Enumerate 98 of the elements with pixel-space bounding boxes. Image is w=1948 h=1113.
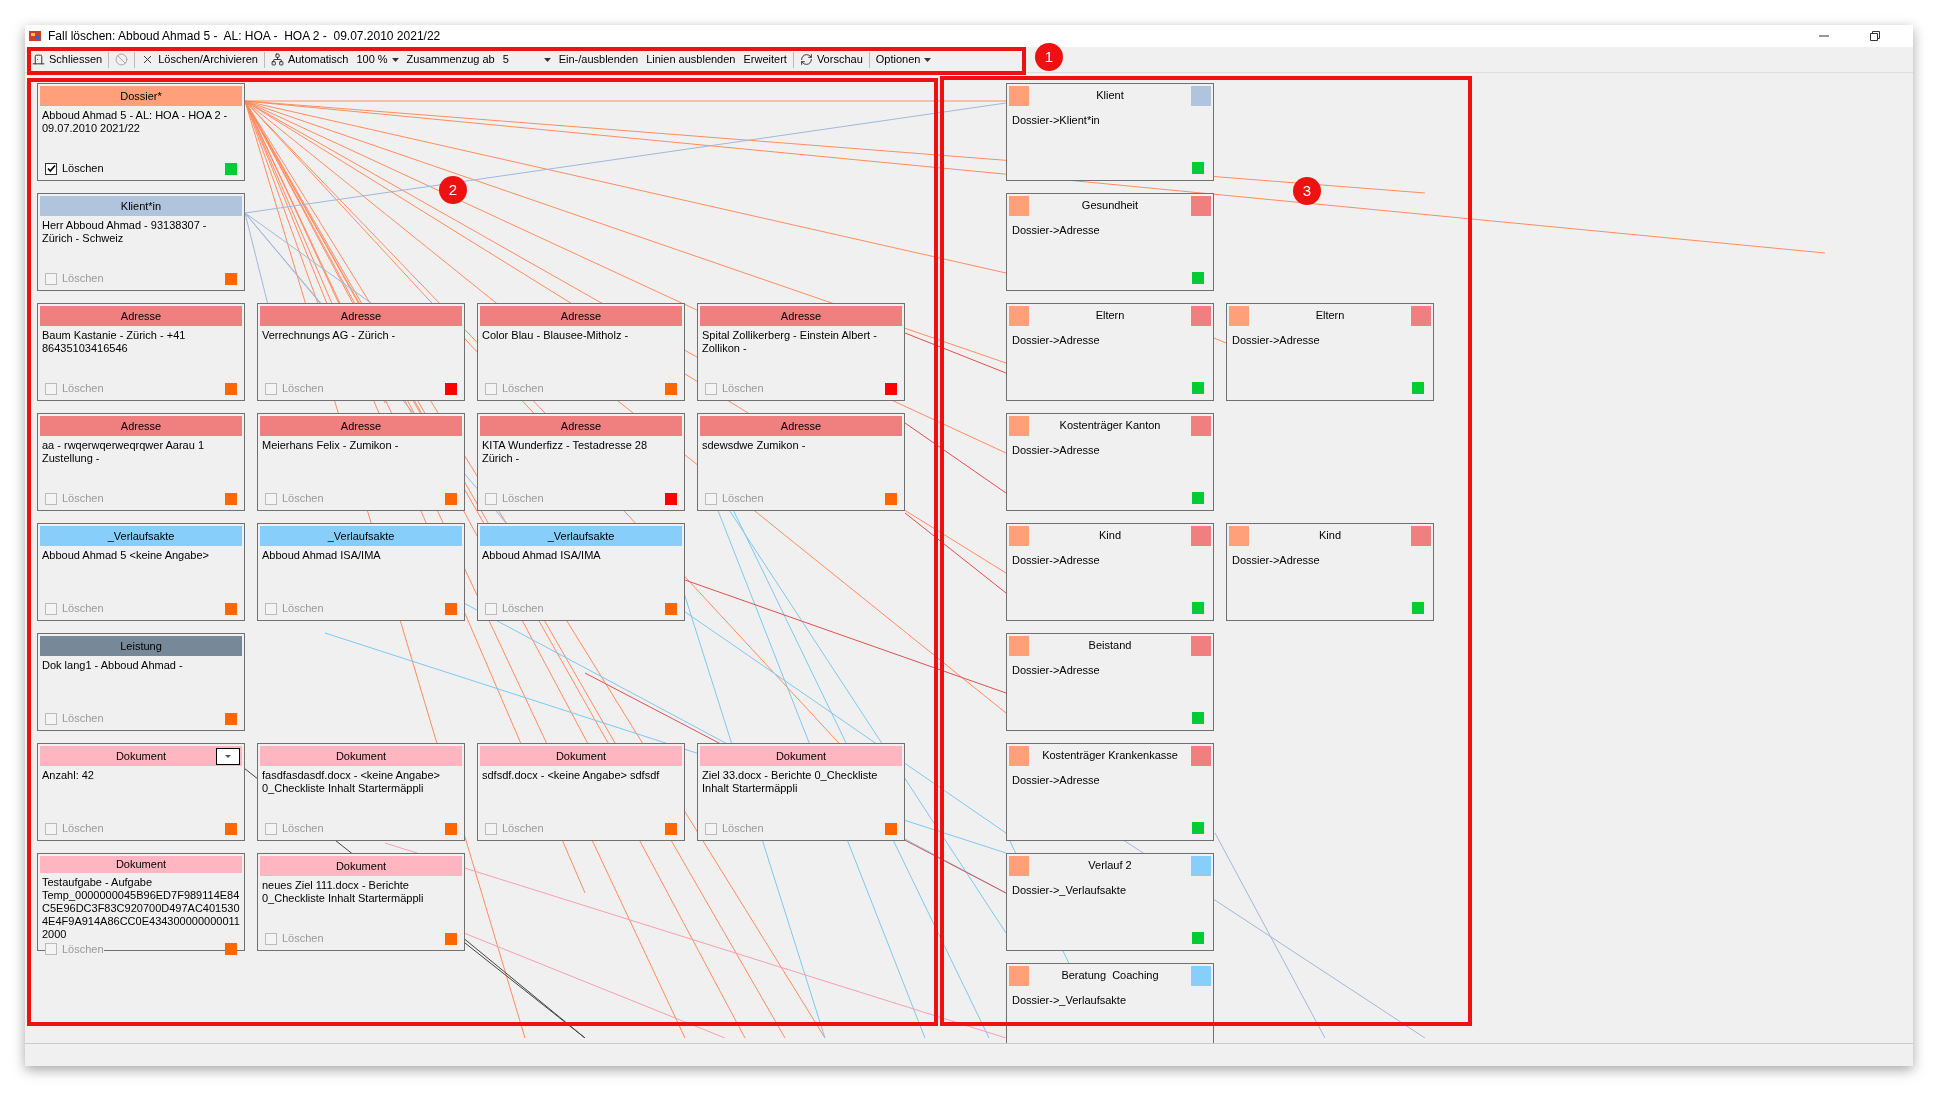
node-text: Testaufgabe - Aufgabe Temp_0000000045B96ED7F989114E84C5E96DC3F83C920700D497AC4015304E4F9A914A86CC0E4343000000000112000 xyxy=(41,874,241,941)
relation-text: Dossier->Adresse xyxy=(1011,443,1101,458)
relation-text: Dossier->Klient*in xyxy=(1011,113,1101,128)
relation-title: Beratung Coaching xyxy=(1061,968,1159,983)
node-header: Dokument xyxy=(700,746,902,766)
node-text: neues Ziel 111.docx - Berichte 0_Checkliste Inhalt Startermäppli xyxy=(261,878,425,906)
relation-card[interactable]: Eltern Dossier->Adresse xyxy=(1226,303,1434,401)
relation-text: Dossier->Adresse xyxy=(1231,333,1321,348)
relation-title: Kind xyxy=(1099,528,1121,543)
toolbar-button[interactable]: Vorschau xyxy=(795,48,867,71)
relation-text: Dossier->Adresse xyxy=(1011,333,1101,348)
relation-card[interactable]: Eltern Dossier->Adresse xyxy=(1006,303,1214,401)
relation-title: Eltern xyxy=(1315,308,1345,323)
relation-card[interactable]: Gesundheit Dossier->Adresse xyxy=(1006,193,1214,291)
relation-card[interactable]: Verlauf 2 Dossier->_Verlaufsakte xyxy=(1006,853,1214,951)
relation-title: Verlauf 2 xyxy=(1088,858,1132,873)
relation-title: Beistand xyxy=(1088,638,1132,653)
node-text: Abboud Ahmad ISA/IMA xyxy=(261,548,382,563)
toolbar-button[interactable]: Löschen/Archivieren xyxy=(137,48,262,71)
node-header: Adresse xyxy=(480,416,682,436)
caret-icon xyxy=(543,57,551,62)
node-header: Adresse xyxy=(480,306,682,326)
toolbar-button[interactable]: Erweitert xyxy=(739,48,791,71)
node-header: Dokument xyxy=(480,746,682,766)
caret-icon xyxy=(924,57,932,62)
toolbar-label: Zusammenzug ab xyxy=(405,52,496,68)
node-header: Adresse xyxy=(40,416,242,436)
node-header: Dokument xyxy=(40,856,242,873)
node-text: Herr Abboud Ahmad - 93138307 - Zürich - Schweiz xyxy=(41,218,208,246)
node-text: Abboud Ahmad ISA/IMA xyxy=(481,548,602,563)
window-title: Fall löschen: Abboud Ahmad 5 - AL: HOA - HOA 2 - 09.07.2010 2021/22 xyxy=(48,28,441,45)
node-text: sdfsdf.docx - <keine Angabe> sdfsdf xyxy=(481,768,661,783)
relation-text: Dossier->Adresse xyxy=(1231,553,1321,568)
node-text: Anzahl: 42 xyxy=(41,768,95,783)
prohibited-icon xyxy=(115,53,129,66)
dropdown-button[interactable]: Optionen xyxy=(871,48,936,71)
node-header: Klient*in xyxy=(40,196,242,216)
node-header: _Verlaufsakte xyxy=(480,526,682,546)
node-text: fasdfasdasdf.docx - <keine Angabe> 0_Checkliste Inhalt Startermäppli xyxy=(261,768,441,796)
toolbar-button[interactable]: Schliessen xyxy=(28,48,107,71)
node-text: KITA Wunderfizz - Testadresse 28 Zürich - xyxy=(481,438,649,466)
app-icon xyxy=(28,29,42,43)
node-header: Dokument xyxy=(260,746,462,766)
relation-card[interactable]: Klient Dossier->Klient*in xyxy=(1006,83,1214,181)
caret-icon xyxy=(391,57,399,62)
combo-box[interactable]: 5 xyxy=(498,49,555,70)
node-header: _Verlaufsakte xyxy=(40,526,242,546)
node-header: Adresse xyxy=(260,306,462,326)
relation-title: Klient xyxy=(1096,88,1124,103)
node-text: Abboud Ahmad 5 <keine Angabe> xyxy=(41,548,210,563)
node-header: Leistung xyxy=(40,636,242,656)
node-text: Color Blau - Blausee-Mitholz - xyxy=(481,328,630,343)
checkmark-icon xyxy=(46,164,56,173)
node-text: Ziel 33.docx - Berichte 0_Checkliste Inhalt Startermäppli xyxy=(701,768,879,796)
relation-card[interactable]: Beistand Dossier->Adresse xyxy=(1006,633,1214,731)
dropdown-button[interactable]: 100 % xyxy=(352,48,403,71)
node-text: Dok lang1 - Abboud Ahmad - xyxy=(41,658,184,673)
node-header: _Verlaufsakte xyxy=(260,526,462,546)
node-text: aa - rwqerwqerweqrqwer Aarau 1 Zustellung - xyxy=(41,438,206,466)
relation-card[interactable]: Kind Dossier->Adresse xyxy=(1006,523,1214,621)
relation-text: Dossier->_Verlaufsakte xyxy=(1011,883,1128,898)
node-text: Verrechnungs AG - Zürich - xyxy=(261,328,397,343)
node-header: Adresse xyxy=(40,306,242,326)
relation-text: Dossier->Adresse xyxy=(1011,553,1101,568)
door-icon xyxy=(32,53,45,66)
node-header: Adresse xyxy=(700,416,902,436)
caret-icon xyxy=(225,755,231,758)
restore-icon[interactable] xyxy=(1870,31,1880,41)
node-header: Dokument xyxy=(260,856,462,876)
toolbar-button[interactable]: Automatisch xyxy=(266,48,353,71)
relation-title: Gesundheit xyxy=(1081,198,1139,213)
hierarchy-icon xyxy=(270,53,284,66)
node-text: Meierhans Felix - Zumikon - xyxy=(261,438,400,453)
relation-title: Kostenträger Krankenkasse xyxy=(1042,748,1178,763)
relation-title: Eltern xyxy=(1095,308,1125,323)
relation-card[interactable]: Beratung Coaching Dossier->_Verlaufsakte xyxy=(1006,963,1214,1043)
toolbar-button[interactable]: Linien ausblenden xyxy=(642,48,740,71)
refresh-icon xyxy=(799,53,813,66)
node-card[interactable]: Dossier* Abboud Ahmad 5 - AL: HOA - HOA 2 - 09.07.2010 2021/22 Löschen xyxy=(37,83,245,181)
relation-text: Dossier->_Verlaufsakte xyxy=(1011,993,1128,1008)
relation-text: Dossier->Adresse xyxy=(1011,773,1101,788)
node-header: Dokument xyxy=(40,746,242,766)
node-text: Spital Zollikerberg - Einstein Albert - Zollikon - xyxy=(701,328,878,356)
node-text: Abboud Ahmad 5 - AL: HOA - HOA 2 - 09.07.2010 2021/22 xyxy=(41,108,229,136)
node-header: Dossier* xyxy=(40,86,242,106)
delete-checkbox[interactable]: Löschen xyxy=(45,162,104,175)
node-header: Adresse xyxy=(260,416,462,436)
relation-title: Kostenträger Kanton xyxy=(1059,418,1161,433)
toolbar-button[interactable]: Ein-/ausblenden xyxy=(554,48,643,71)
node-text: sdewsdwe Zumikon - xyxy=(701,438,807,453)
node-header: Adresse xyxy=(700,306,902,326)
relation-text: Dossier->Adresse xyxy=(1011,223,1101,238)
relation-text: Dossier->Adresse xyxy=(1011,663,1101,678)
relation-card[interactable]: Kostenträger Krankenkasse Dossier->Adresse xyxy=(1006,743,1214,841)
relation-title: Kind xyxy=(1319,528,1341,543)
relation-card[interactable]: Kind Dossier->Adresse xyxy=(1226,523,1434,621)
node-text: Baum Kastanie - Zürich - +41 86435103416546 xyxy=(41,328,187,356)
relation-card[interactable]: Kostenträger Kanton Dossier->Adresse xyxy=(1006,413,1214,511)
